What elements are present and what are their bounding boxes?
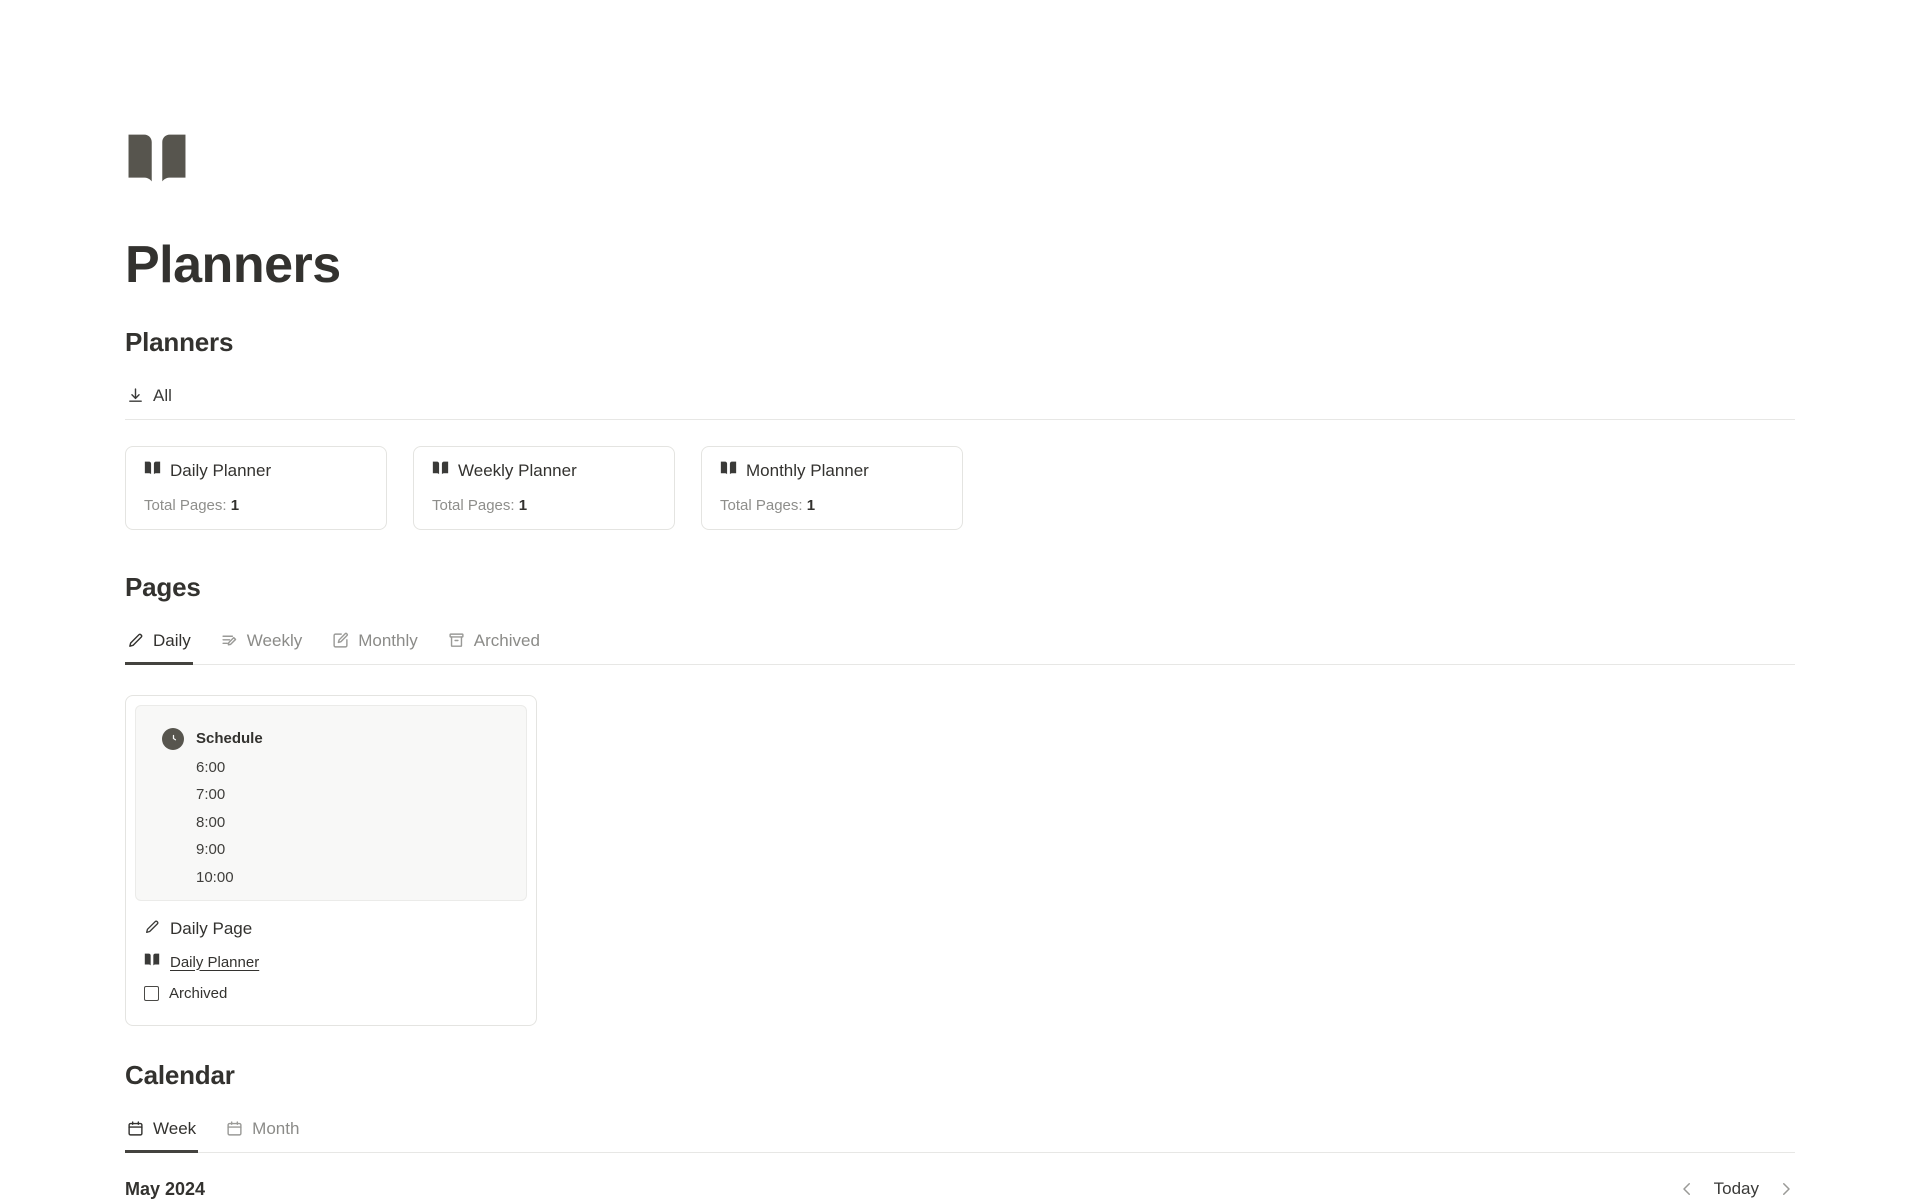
filter-tab-all-label: All: [153, 385, 172, 405]
planner-card-monthly[interactable]: Monthly Planner Total Pages: 1: [701, 445, 963, 530]
planner-card-meta-label: Total Pages:: [144, 496, 227, 514]
planner-card-title: Weekly Planner: [432, 461, 656, 482]
planner-card-title: Daily Planner: [144, 461, 368, 482]
tab-daily-label: Daily: [153, 630, 191, 650]
planner-card-title-label: Monthly Planner: [746, 461, 869, 481]
today-button[interactable]: Today: [1714, 1179, 1759, 1199]
planner-card-meta-value: 1: [806, 496, 816, 514]
tab-week-label: Week: [153, 1118, 197, 1138]
planner-card-meta: Total Pages: 1: [144, 497, 368, 514]
tab-weekly-label: Weekly: [246, 630, 303, 650]
calendar-navigation: Today: [1678, 1179, 1795, 1199]
square-pen-icon: [332, 632, 349, 649]
page-card-planner-link[interactable]: Daily Planner: [170, 954, 259, 971]
tab-monthly[interactable]: Monthly: [330, 625, 420, 665]
planner-card-meta-value: 1: [230, 496, 240, 514]
calendar-tabs: Week Month: [125, 1113, 1795, 1153]
chevron-left-icon[interactable]: [1678, 1180, 1696, 1198]
calendar-toolbar: May 2024 Today: [125, 1179, 1795, 1199]
download-icon: [127, 387, 144, 404]
planner-card-meta: Total Pages: 1: [720, 497, 944, 514]
open-book-icon: [125, 133, 1795, 196]
clock-icon: [162, 727, 184, 750]
planner-card-meta-value: 1: [518, 496, 528, 514]
planners-filter-tabs: All: [125, 380, 1795, 420]
page-card-title-label: Daily Page: [170, 919, 253, 939]
planner-card-daily[interactable]: Daily Planner Total Pages: 1: [125, 445, 387, 530]
open-book-icon: [144, 461, 161, 482]
tab-month-label: Month: [252, 1118, 300, 1138]
open-book-icon: [432, 461, 449, 482]
schedule-slot: 10:00: [196, 868, 234, 886]
archived-checkbox[interactable]: [144, 985, 159, 1001]
page-card-daily[interactable]: Schedule 6:00 7:00 8:00 9:00 10:00 Daily…: [125, 694, 537, 1026]
planners-page: Planners Planners All Daily Planner Tota…: [0, 0, 1920, 1199]
archived-checkbox-label: Archived: [169, 984, 228, 1002]
filter-tab-all[interactable]: All: [125, 380, 174, 420]
page-card-archived: Archived: [144, 985, 518, 1002]
tab-weekly[interactable]: Weekly: [219, 625, 304, 665]
calendar-section-heading: Calendar: [125, 1059, 235, 1090]
app-logo: Planners: [125, 0, 1795, 293]
preview-heading-label: Schedule: [196, 730, 263, 748]
planner-card-title-label: Daily Planner: [170, 461, 272, 481]
tab-daily[interactable]: Daily: [125, 625, 193, 665]
schedule-slot: 8:00: [196, 813, 226, 831]
planner-card-meta: Total Pages: 1: [432, 497, 656, 514]
tab-month[interactable]: Month: [224, 1113, 301, 1153]
archive-box-icon: [448, 632, 465, 649]
planner-card-row: Daily Planner Total Pages: 1 Weekly Plan…: [125, 445, 1795, 530]
tab-archived-label: Archived: [473, 630, 540, 650]
chevron-right-icon[interactable]: [1777, 1180, 1795, 1198]
planner-card-meta-label: Total Pages:: [432, 496, 515, 514]
page-card-title: Daily Page: [144, 919, 518, 940]
tab-monthly-label: Monthly: [358, 630, 418, 650]
pages-section-heading: Pages: [125, 571, 201, 602]
planner-card-weekly[interactable]: Weekly Planner Total Pages: 1: [413, 445, 675, 530]
tab-archived[interactable]: Archived: [446, 625, 542, 665]
planner-card-meta-label: Total Pages:: [720, 496, 803, 514]
planners-section-heading: Planners: [125, 326, 234, 357]
calendar-current-period: May 2024: [125, 1178, 206, 1199]
calendar-icon: [226, 1120, 243, 1137]
schedule-slot: 7:00: [196, 786, 226, 804]
open-book-icon: [144, 953, 160, 972]
planner-card-title: Monthly Planner: [720, 461, 944, 482]
pages-tabs: Daily Weekly Monthly Archived: [125, 625, 1795, 665]
open-book-icon: [720, 461, 737, 482]
page-card-planner: Daily Planner: [144, 953, 518, 972]
page-card-list: Schedule 6:00 7:00 8:00 9:00 10:00 Daily…: [125, 694, 1795, 1026]
page-card-footer: Daily Page Daily Planner Archived: [135, 901, 527, 1016]
preview-heading: Schedule: [162, 727, 526, 750]
schedule-slot: 6:00: [196, 758, 226, 776]
list-pen-icon: [221, 632, 238, 649]
planner-card-title-label: Weekly Planner: [458, 461, 577, 481]
calendar-icon: [127, 1120, 144, 1137]
pencil-icon: [127, 632, 144, 649]
schedule-slot: 9:00: [196, 841, 226, 859]
tab-week[interactable]: Week: [125, 1113, 199, 1153]
page-card-preview: Schedule 6:00 7:00 8:00 9:00 10:00: [135, 704, 527, 901]
page-title: Planners: [125, 236, 341, 294]
pencil-icon: [144, 919, 160, 940]
